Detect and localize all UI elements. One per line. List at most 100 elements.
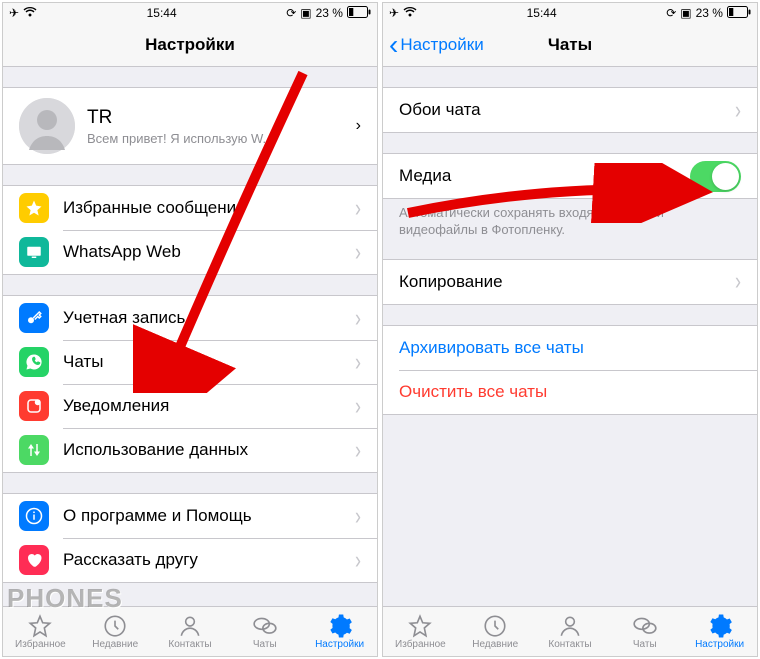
archive-label: Архивировать все чаты bbox=[399, 338, 741, 358]
chevron-right-icon: › bbox=[355, 501, 361, 530]
profile-name: TR bbox=[87, 107, 356, 129]
profile-status: Всем привет! Я использую W... bbox=[87, 131, 356, 146]
wifi-icon bbox=[23, 6, 37, 20]
chats-content: Обои чата › Медиа Автоматически сохранят… bbox=[383, 67, 757, 606]
tab-recents[interactable]: Недавние bbox=[458, 607, 533, 656]
chevron-right-icon: › bbox=[355, 435, 361, 464]
chevron-left-icon: ‹ bbox=[389, 29, 398, 61]
tab-recents[interactable]: Недавние bbox=[78, 607, 153, 656]
tab-label: Избранное bbox=[15, 639, 66, 650]
status-time: 15:44 bbox=[527, 6, 557, 20]
tab-favorites[interactable]: Избранное bbox=[383, 607, 458, 656]
notifications-label: Уведомления bbox=[63, 396, 355, 416]
chats-label: Чаты bbox=[63, 352, 355, 372]
wallpaper-cell[interactable]: Обои чата › bbox=[383, 88, 757, 132]
media-toggle[interactable] bbox=[690, 161, 741, 192]
chevron-right-icon: › bbox=[356, 117, 361, 135]
media-cell[interactable]: Медиа bbox=[383, 154, 757, 198]
tab-settings[interactable]: Настройки bbox=[302, 607, 377, 656]
wallpaper-label: Обои чата bbox=[399, 100, 735, 120]
watermark: PHONES bbox=[7, 583, 123, 614]
tab-chats[interactable]: Чаты bbox=[607, 607, 682, 656]
tab-label: Контакты bbox=[548, 639, 591, 650]
phone-chats: ✈ 15:44 ⟳ ▣ 23 % ‹ Настройки Чаты Обои ч… bbox=[382, 2, 758, 657]
heart-icon bbox=[19, 545, 49, 575]
airplane-icon: ✈ bbox=[9, 6, 19, 20]
tab-settings[interactable]: Настройки bbox=[682, 607, 757, 656]
phone-settings: ✈ 15:44 ⟳ ▣ 23 % Настройки TR bbox=[2, 2, 378, 657]
page-title: Настройки bbox=[145, 35, 235, 55]
info-icon bbox=[19, 501, 49, 531]
tab-label: Настройки bbox=[695, 639, 744, 650]
back-button[interactable]: ‹ Настройки bbox=[389, 23, 484, 66]
backup-label: Копирование bbox=[399, 272, 735, 292]
clear-all-cell[interactable]: Очистить все чаты bbox=[383, 370, 757, 414]
data-icon bbox=[19, 435, 49, 465]
media-label: Медиа bbox=[399, 166, 690, 186]
clear-label: Очистить все чаты bbox=[399, 382, 741, 402]
tell-friend-label: Рассказать другу bbox=[63, 550, 355, 570]
whatsapp-web-cell[interactable]: WhatsApp Web › bbox=[3, 230, 377, 274]
tab-label: Недавние bbox=[92, 639, 138, 650]
chevron-right-icon: › bbox=[735, 267, 741, 296]
chevron-right-icon: › bbox=[355, 391, 361, 420]
wifi-icon bbox=[403, 6, 417, 20]
backup-cell[interactable]: Копирование › bbox=[383, 260, 757, 304]
desktop-icon bbox=[19, 237, 49, 267]
key-icon bbox=[19, 303, 49, 333]
status-bar: ✈ 15:44 ⟳ ▣ 23 % bbox=[383, 3, 757, 23]
data-usage-cell[interactable]: Использование данных › bbox=[3, 428, 377, 472]
chevron-right-icon: › bbox=[735, 95, 741, 124]
back-label: Настройки bbox=[400, 35, 483, 55]
tab-contacts[interactable]: Контакты bbox=[153, 607, 228, 656]
battery-icon bbox=[347, 6, 371, 21]
star-icon bbox=[19, 193, 49, 223]
whatsapp-web-label: WhatsApp Web bbox=[63, 242, 355, 262]
tell-friend-cell[interactable]: Рассказать другу › bbox=[3, 538, 377, 582]
status-time: 15:44 bbox=[147, 6, 177, 20]
help-cell[interactable]: О программе и Помощь › bbox=[3, 494, 377, 538]
tab-label: Чаты bbox=[253, 639, 277, 650]
help-label: О программе и Помощь bbox=[63, 506, 355, 526]
profile-cell[interactable]: TR Всем привет! Я использую W... › bbox=[3, 88, 377, 164]
whatsapp-icon bbox=[19, 347, 49, 377]
tab-label: Избранное bbox=[395, 639, 446, 650]
settings-content: TR Всем привет! Я использую W... › Избра… bbox=[3, 67, 377, 606]
account-label: Учетная запись bbox=[63, 308, 355, 328]
avatar bbox=[19, 98, 75, 154]
starred-label: Избранные сообщения bbox=[63, 198, 355, 218]
chevron-right-icon: › bbox=[355, 545, 361, 574]
chevron-right-icon: › bbox=[355, 193, 361, 222]
tab-chats[interactable]: Чаты bbox=[227, 607, 302, 656]
notification-icon bbox=[19, 391, 49, 421]
airplane-icon: ✈ bbox=[389, 6, 399, 20]
chevron-right-icon: › bbox=[355, 237, 361, 266]
lock-icon: ⟳ bbox=[666, 6, 676, 20]
page-title: Чаты bbox=[548, 35, 592, 55]
nav-bar-settings: Настройки bbox=[3, 23, 377, 67]
tab-label: Настройки bbox=[315, 639, 364, 650]
account-cell[interactable]: Учетная запись › bbox=[3, 296, 377, 340]
lock-icon: ⟳ bbox=[286, 6, 296, 20]
chevron-right-icon: › bbox=[355, 303, 361, 332]
starred-messages-cell[interactable]: Избранные сообщения › bbox=[3, 186, 377, 230]
battery-text: 23 % bbox=[696, 6, 723, 20]
picture-icon: ▣ bbox=[300, 6, 311, 20]
data-usage-label: Использование данных bbox=[63, 440, 355, 460]
nav-bar-chats: ‹ Настройки Чаты bbox=[383, 23, 757, 67]
tab-bar: Избранное Недавние Контакты Чаты Настрой… bbox=[383, 606, 757, 656]
media-footer-note: Автоматически сохранять входящие фото и … bbox=[383, 199, 757, 239]
tab-favorites[interactable]: Избранное bbox=[3, 607, 78, 656]
tab-label: Чаты bbox=[633, 639, 657, 650]
battery-icon bbox=[727, 6, 751, 21]
tab-contacts[interactable]: Контакты bbox=[533, 607, 608, 656]
status-bar: ✈ 15:44 ⟳ ▣ 23 % bbox=[3, 3, 377, 23]
tab-label: Недавние bbox=[472, 639, 518, 650]
chevron-right-icon: › bbox=[355, 347, 361, 376]
tab-label: Контакты bbox=[168, 639, 211, 650]
picture-icon: ▣ bbox=[680, 6, 691, 20]
archive-all-cell[interactable]: Архивировать все чаты bbox=[383, 326, 757, 370]
notifications-cell[interactable]: Уведомления › bbox=[3, 384, 377, 428]
chats-cell[interactable]: Чаты › bbox=[3, 340, 377, 384]
battery-text: 23 % bbox=[316, 6, 343, 20]
